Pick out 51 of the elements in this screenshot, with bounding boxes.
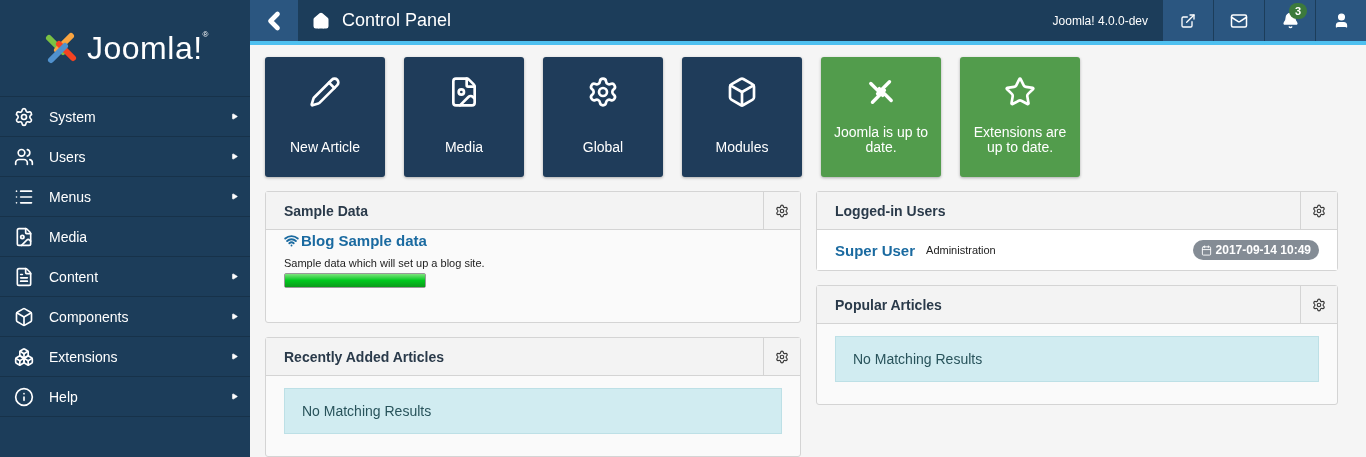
sidebar-item[interactable]: Extensions — [0, 337, 250, 377]
panel-title: Sample Data — [283, 202, 370, 219]
user-name-link[interactable]: Super User — [835, 241, 916, 259]
user-menu-button[interactable] — [1315, 0, 1366, 41]
home-icon — [312, 11, 330, 30]
boxes-icon — [14, 346, 34, 367]
panel-title: Popular Articles — [834, 296, 943, 313]
cube-icon — [726, 76, 758, 108]
panel-title: Logged-in Users — [834, 202, 947, 219]
quick-icon-tile[interactable]: Global — [543, 57, 663, 177]
sidebar-item[interactable]: Components — [0, 297, 250, 337]
gear-icon — [775, 349, 789, 364]
sample-data-description: Sample data which will set up a blog site. — [284, 257, 486, 269]
cube-icon — [14, 306, 34, 327]
client-label: Administration — [926, 244, 997, 256]
no-results-message: No Matching Results — [835, 336, 1319, 382]
gear-icon — [775, 203, 789, 218]
notification-count: 3 — [1288, 3, 1307, 19]
image-file-icon — [14, 226, 34, 247]
mail-icon — [1230, 11, 1248, 30]
pencil-icon — [309, 76, 341, 108]
wifi-icon — [284, 233, 299, 248]
sidebar-item[interactable]: System — [0, 97, 250, 137]
joomla-logo-text: Joomla!$^{®}$ — [87, 29, 209, 67]
login-date-badge: 2017-09-14 10:49 — [1192, 240, 1319, 260]
notifications-button[interactable]: 3 — [1264, 0, 1315, 41]
gear-icon — [1312, 297, 1326, 312]
mail-button[interactable] — [1213, 0, 1264, 41]
quick-icon-tile[interactable]: Media — [404, 57, 524, 177]
sample-data-link[interactable]: Blog Sample data — [301, 232, 427, 249]
gear-icon — [14, 106, 34, 127]
page-title: Control Panel — [342, 10, 452, 31]
sidebar-toggle-button[interactable] — [250, 0, 298, 41]
document-icon — [14, 266, 34, 287]
sidebar-item[interactable]: Media — [0, 217, 250, 257]
star-icon — [1004, 76, 1036, 108]
no-results-message: No Matching Results — [284, 388, 782, 434]
sidebar-item[interactable]: Content — [0, 257, 250, 297]
gear-icon — [1312, 203, 1326, 218]
sidebar-item[interactable]: Users — [0, 137, 250, 177]
external-link-button[interactable] — [1162, 0, 1213, 41]
sidebar-item[interactable]: Menus — [0, 177, 250, 217]
gear-icon — [587, 76, 619, 108]
panel-title: Recently Added Articles — [283, 348, 445, 365]
external-link-icon — [1180, 12, 1196, 29]
version-label: Joomla! 4.0.0-dev — [1052, 13, 1148, 28]
quick-icon-tile[interactable]: New Article — [265, 57, 385, 177]
sidebar-item[interactable]: Help — [0, 377, 250, 417]
info-icon — [14, 386, 34, 407]
quick-icon-tile[interactable]: Modules — [682, 57, 802, 177]
users-icon — [14, 146, 34, 167]
